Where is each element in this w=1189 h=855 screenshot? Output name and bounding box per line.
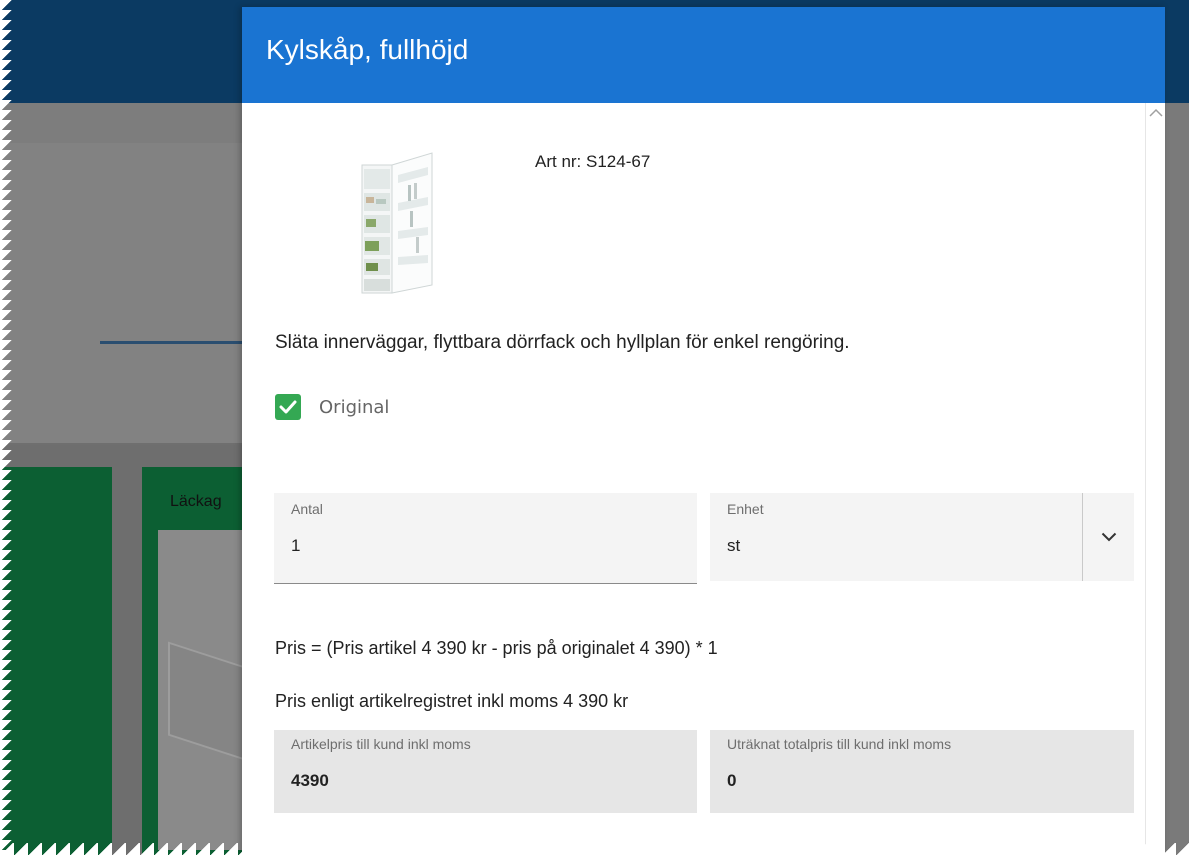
- article-price-value: 4390: [291, 771, 329, 790]
- unit-label: Enhet: [727, 501, 764, 517]
- original-checkbox[interactable]: [275, 394, 301, 420]
- price-register-text: Pris enligt artikelregistret inkl moms 4…: [275, 691, 629, 711]
- background-card-label: Läckag: [170, 493, 222, 510]
- unit-value: st: [727, 536, 741, 555]
- article-price-label: Artikelpris till kund inkl moms: [291, 736, 471, 752]
- background-right-edge: [1165, 103, 1189, 855]
- original-checkbox-row[interactable]: Original: [275, 394, 389, 420]
- torn-edge-bottom: [0, 843, 1189, 855]
- torn-edge-left: [0, 0, 14, 855]
- price-formula: Pris = (Pris artikel 4 390 kr - pris på …: [275, 638, 718, 658]
- product-image: [361, 152, 433, 294]
- article-price-field: Artikelpris till kund inkl moms 4390: [274, 730, 697, 813]
- total-price-label: Uträknat totalpris till kund inkl moms: [727, 736, 952, 752]
- unit-select[interactable]: Enhet st: [710, 493, 1134, 581]
- background-card: [0, 467, 112, 855]
- chevron-down-icon[interactable]: [1083, 493, 1134, 581]
- total-price-field: Uträknat totalpris till kund inkl moms 0: [710, 730, 1134, 813]
- quantity-input[interactable]: [291, 533, 671, 559]
- product-description: Släta innerväggar, flyttbara dörrfack oc…: [275, 332, 850, 353]
- original-label: Original: [319, 396, 390, 418]
- scroll-up-icon[interactable]: [1146, 107, 1165, 121]
- background-tab-indicator: [100, 341, 245, 344]
- checkmark-icon: [279, 400, 297, 414]
- quantity-label: Antal: [291, 501, 323, 517]
- dialog-scrollbar[interactable]: [1145, 103, 1165, 855]
- background-card-leakage: Läckag: [142, 467, 282, 855]
- quantity-field[interactable]: Antal: [274, 493, 697, 584]
- article-number: Art nr: S124-67: [535, 152, 651, 171]
- dialog-title: Kylskåp, fullhöjd: [266, 34, 469, 65]
- product-dialog: Kylskåp, fullhöjd Art nr: S124-67 Släta …: [242, 7, 1165, 855]
- total-price-value: 0: [727, 771, 737, 790]
- dialog-header: Kylskåp, fullhöjd: [242, 7, 1165, 103]
